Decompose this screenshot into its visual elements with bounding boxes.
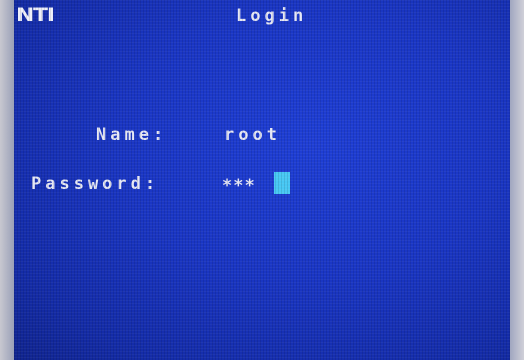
monitor-bezel-left xyxy=(0,0,14,360)
password-label: Password: xyxy=(31,174,160,194)
nti-logo: NTI xyxy=(16,4,55,26)
page-title: Login xyxy=(236,6,308,26)
text-cursor xyxy=(274,172,290,194)
login-screen: NTI Login Name: root Password: *** xyxy=(14,0,510,360)
monitor-bezel-right xyxy=(510,0,524,360)
name-label: Name: xyxy=(96,125,168,145)
name-field[interactable]: root xyxy=(224,125,281,145)
password-field[interactable]: *** xyxy=(222,176,256,196)
